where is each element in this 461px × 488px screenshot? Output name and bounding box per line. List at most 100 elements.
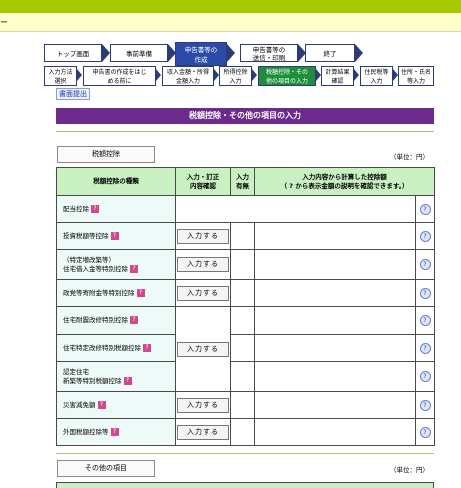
question-icon[interactable]: ? bbox=[130, 264, 138, 273]
input-button[interactable]: 入力する bbox=[177, 228, 229, 244]
question-icon[interactable]: ? bbox=[130, 316, 138, 324]
amount-cell bbox=[254, 334, 416, 362]
done-cell bbox=[230, 222, 255, 250]
done-cell bbox=[230, 361, 255, 392]
header-input: 入力・訂正 内容確認 bbox=[175, 167, 231, 196]
help-cell: ? bbox=[415, 195, 435, 223]
row-label: 配当控除 bbox=[63, 204, 89, 213]
substep-address[interactable]: 住所・氏名 等入力 bbox=[398, 66, 434, 86]
question-icon[interactable]: ? bbox=[97, 400, 106, 409]
input-button[interactable]: 入力する bbox=[177, 285, 229, 301]
substep-tax-credit: 税額控除・その 他の項目の入力 bbox=[258, 66, 316, 86]
header-amount: 入力内容から計算した控除額 （ ? から表示金額の説明を確認できます。） bbox=[254, 167, 435, 196]
substep-resident-tax[interactable]: 住民税等 入力 bbox=[360, 66, 393, 86]
step-arrow bbox=[227, 44, 235, 62]
row-label: 外国税額控除等 bbox=[63, 427, 109, 436]
input-button[interactable]: 入力する bbox=[177, 424, 229, 440]
other-items-tab: その他の項目 bbox=[57, 460, 155, 477]
step-send-print[interactable]: 申告書等の 送信・印刷 bbox=[240, 44, 298, 62]
amount-cell bbox=[254, 279, 416, 307]
question-icon[interactable]: ? bbox=[123, 376, 132, 385]
input-cell: 入力する bbox=[175, 391, 231, 419]
row-name: （特定増改築等） 住宅借入金等特別控除? bbox=[56, 249, 176, 280]
row-name: 外国税額控除等? bbox=[56, 418, 176, 446]
substep-deduction[interactable]: 所得控除 入力 bbox=[219, 66, 252, 86]
substep-arrow bbox=[156, 69, 161, 81]
table-row: 住宅耐震改修特別控除? 入力する ? bbox=[56, 306, 435, 392]
input-cell: 入力する bbox=[175, 306, 231, 392]
divider bbox=[56, 131, 434, 132]
amount-cell bbox=[254, 361, 416, 392]
row-label: 災害減免額 bbox=[63, 400, 96, 409]
help-icon[interactable]: ? bbox=[419, 259, 431, 270]
help-cell: ? bbox=[415, 361, 435, 392]
input-cell: 入力する bbox=[175, 222, 231, 250]
input-button[interactable]: 入力する bbox=[177, 257, 229, 272]
step-top[interactable]: トップ画面 bbox=[44, 44, 102, 62]
help-icon[interactable]: ? bbox=[419, 342, 431, 354]
row-name: 住宅耐震改修特別控除? bbox=[56, 306, 176, 335]
print-link[interactable]: 書面提出 bbox=[56, 88, 90, 100]
row-name: 配当控除? bbox=[56, 195, 176, 223]
question-icon[interactable]: ? bbox=[136, 288, 145, 297]
done-cell bbox=[230, 249, 255, 280]
header-done: 入力 有無 bbox=[230, 167, 255, 196]
other-items-table-header bbox=[56, 482, 434, 488]
help-icon[interactable]: ? bbox=[419, 371, 431, 382]
help-cell: ? bbox=[415, 334, 435, 362]
unit-label: （単位：円） bbox=[390, 153, 429, 161]
header-banner bbox=[0, 13, 461, 32]
table-row: 住宅特定改修特別税額控除? ? bbox=[56, 334, 435, 362]
step-arrow bbox=[102, 44, 110, 62]
unit-label: （単位：円） bbox=[390, 466, 429, 474]
substep-before[interactable]: 申告書の作成をはじ める前に bbox=[83, 66, 156, 86]
input-cell: 入力する bbox=[175, 249, 231, 280]
amount-cell bbox=[254, 222, 416, 250]
question-icon[interactable]: ? bbox=[110, 427, 119, 436]
step-create: 申告書等の 作成 bbox=[175, 42, 227, 66]
help-cell: ? bbox=[415, 222, 435, 250]
step-finish[interactable]: 終了 bbox=[305, 44, 355, 62]
help-icon[interactable]: ? bbox=[419, 426, 431, 438]
help-cell: ? bbox=[415, 391, 435, 419]
question-icon[interactable]: ? bbox=[110, 231, 119, 240]
tax-credit-table: 税額控除の種類 入力・訂正 内容確認 入力 有無 入力内容から計算した控除額 （… bbox=[56, 167, 435, 446]
help-icon[interactable]: ? bbox=[419, 287, 431, 299]
row-label: 政党等寄附金等特別控除 bbox=[63, 288, 135, 297]
amount-cell bbox=[254, 249, 416, 280]
done-cell bbox=[230, 334, 255, 362]
row-name: 政党等寄附金等特別控除? bbox=[56, 279, 176, 307]
question-icon[interactable]: ? bbox=[143, 343, 151, 352]
substep-result[interactable]: 計算結果 確認 bbox=[321, 66, 354, 86]
help-cell: ? bbox=[415, 279, 435, 307]
input-cell: 入力する bbox=[175, 418, 231, 446]
substep-method[interactable]: 入力方法 選択 bbox=[44, 66, 77, 86]
input-button[interactable]: 入力する bbox=[177, 397, 229, 413]
done-cell bbox=[230, 391, 255, 419]
help-icon[interactable]: ? bbox=[419, 203, 431, 215]
divider bbox=[56, 453, 434, 454]
section-title: 税額控除・その他の項目の入力 bbox=[56, 108, 434, 124]
help-cell: ? bbox=[415, 249, 435, 280]
substep-income[interactable]: 収入金額・所得 金額入力 bbox=[162, 66, 214, 86]
table-row: （特定増改築等） 住宅借入金等特別控除? 入力する ? bbox=[56, 249, 435, 280]
amount-cell bbox=[254, 418, 416, 446]
header-title: ー bbox=[0, 18, 8, 27]
header-name: 税額控除の種類 bbox=[56, 167, 176, 196]
input-button[interactable]: 入力する bbox=[177, 341, 229, 357]
help-icon[interactable]: ? bbox=[419, 399, 431, 411]
help-icon[interactable]: ? bbox=[419, 315, 431, 326]
row-name: 投資税額等控除? bbox=[56, 222, 176, 250]
table-row: 投資税額等控除? 入力する ? bbox=[56, 222, 435, 250]
row-name: 認定住宅 新築等特別税額控除? bbox=[56, 361, 176, 392]
substep-arrow bbox=[77, 69, 82, 81]
row-label: 認定住宅 新築等特別税額控除 bbox=[63, 367, 122, 385]
step-arrow bbox=[355, 44, 363, 62]
table-row: 認定住宅 新築等特別税額控除? ? bbox=[56, 361, 435, 392]
help-icon[interactable]: ? bbox=[419, 230, 431, 242]
amount-cell bbox=[254, 306, 416, 335]
question-icon[interactable]: ? bbox=[91, 204, 99, 213]
step-preparation[interactable]: 事前準備 bbox=[110, 44, 168, 62]
help-cell: ? bbox=[415, 418, 435, 446]
row-label: 住宅特定改修特別税額控除 bbox=[63, 343, 141, 352]
